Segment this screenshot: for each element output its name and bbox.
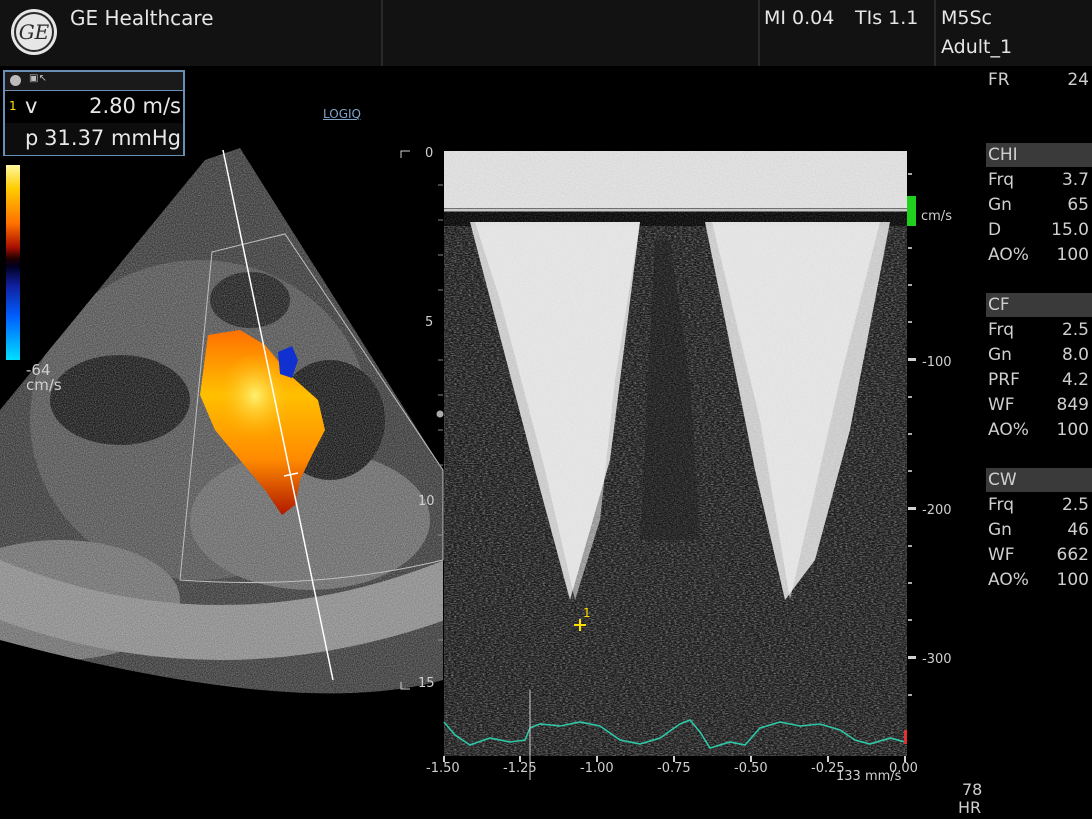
ecg-end-marker: [904, 730, 907, 744]
param-key: Gn: [988, 195, 1012, 215]
velocity-unit-label: cm/s: [921, 209, 952, 224]
time-tick-label: -1.25: [503, 761, 537, 776]
param-value: 24: [1067, 70, 1089, 90]
velocity-tick-label: -300: [922, 652, 952, 667]
depth-label: 15: [418, 676, 435, 691]
param-value: 65: [1067, 195, 1089, 215]
time-tick-label: -0.75: [657, 761, 691, 776]
param-row-fr: FR 24: [988, 70, 1089, 94]
section-header-cw: CW: [986, 468, 1092, 492]
velocity-tick-label: -200: [922, 503, 952, 518]
param-row: D 15.0: [988, 220, 1089, 244]
image-canvas: 1: [0, 148, 916, 780]
depth-label: 10: [418, 494, 435, 509]
measurement-label: v: [25, 94, 38, 118]
sweep-speed: 133 mm/s: [836, 769, 902, 784]
velocity-tick-label: -100: [922, 355, 952, 370]
time-tick-label: -1.00: [580, 761, 614, 776]
depth-label: 0: [425, 146, 434, 161]
color-bar-negative-label: -64 cm/s: [26, 363, 62, 393]
parameter-panel: FR 24 CHI Frq 3.7 Gn 65 D 15.0 AO% 100 CF Fr…: [980, 66, 1092, 726]
section-header-chi: CHI: [986, 143, 1092, 167]
param-value: 849: [1056, 395, 1089, 415]
param-row: Gn 8.0: [988, 345, 1089, 369]
param-value: 100: [1056, 420, 1089, 440]
probe-name: M5Sc: [941, 7, 992, 29]
color-velocity-bar: [6, 165, 20, 360]
heart-rate-value: 78: [962, 780, 983, 799]
depth-label: 5: [425, 315, 434, 330]
param-row: AO% 100: [988, 245, 1089, 269]
param-key: Frq: [988, 320, 1015, 340]
brand-name: GE Healthcare: [70, 6, 214, 30]
velocity-major-ticks: [908, 358, 916, 659]
measurement-value: 2.80 m/s: [89, 94, 181, 118]
param-key: AO%: [988, 245, 1029, 265]
param-row: WF 662: [988, 545, 1089, 569]
measurement-index: 1: [9, 99, 17, 113]
time-tick-label: -0.50: [734, 761, 768, 776]
param-key: WF: [988, 395, 1015, 415]
param-row: WF 849: [988, 395, 1089, 419]
param-value: 3.7: [1061, 170, 1089, 190]
param-key: AO%: [988, 420, 1029, 440]
header-divider: [758, 0, 760, 66]
header-divider: [381, 0, 383, 66]
svg-text:GE: GE: [19, 20, 50, 44]
param-key: AO%: [988, 570, 1029, 590]
param-row: PRF 4.2: [988, 370, 1089, 394]
param-value: 4.2: [1061, 370, 1089, 390]
param-row: Frq 3.7: [988, 170, 1089, 194]
param-key: Gn: [988, 345, 1012, 365]
param-key: Frq: [988, 170, 1015, 190]
param-key: WF: [988, 545, 1015, 565]
param-key: PRF: [988, 370, 1020, 390]
section-header-cf: CF: [986, 293, 1092, 317]
param-row: Gn 65: [988, 195, 1089, 219]
thermal-index: TIs 1.1: [855, 7, 919, 29]
color-bar-unit: cm/s: [26, 376, 62, 394]
param-row: AO% 100: [988, 570, 1089, 594]
param-row: AO% 100: [988, 420, 1089, 444]
baseline-indicator[interactable]: [907, 196, 916, 226]
cw-doppler-spectrum: [444, 151, 907, 756]
param-key: D: [988, 220, 1002, 240]
param-value: 15.0: [1051, 220, 1089, 240]
param-value: 46: [1067, 520, 1089, 540]
param-value: 662: [1056, 545, 1089, 565]
param-row: Frq 2.5: [988, 320, 1089, 344]
time-tick-label: -1.50: [426, 761, 460, 776]
param-value: 100: [1056, 245, 1089, 265]
param-value: 8.0: [1061, 345, 1089, 365]
logiq-link[interactable]: LOGIQ: [323, 107, 361, 121]
preset-name: Adult_1: [941, 36, 1013, 58]
mechanical-index: MI 0.04: [764, 7, 835, 29]
cursor-tool-icon[interactable]: ▣↖: [29, 73, 47, 84]
focus-marker: [436, 410, 444, 418]
param-key: Frq: [988, 495, 1015, 515]
velocity-minor-ticks: [908, 173, 912, 696]
header-divider: [934, 0, 936, 66]
param-row: Frq 2.5: [988, 495, 1089, 519]
measurement-label: p: [25, 126, 39, 150]
measurement-row[interactable]: p 31.37 mmHg: [5, 123, 183, 155]
ge-logo-icon: GE: [11, 9, 57, 55]
param-key: Gn: [988, 520, 1012, 540]
record-dot-icon[interactable]: [10, 75, 21, 86]
param-key: FR: [988, 70, 1010, 90]
measurement-row[interactable]: 1 v 2.80 m/s: [5, 91, 183, 123]
param-value: 2.5: [1061, 495, 1089, 515]
heart-rate-label: HR: [958, 798, 982, 817]
depth-bracket-top: [400, 150, 410, 158]
cursor-index: 1: [583, 606, 591, 620]
measurement-value: 31.37 mmHg: [44, 126, 181, 150]
param-row: Gn 46: [988, 520, 1089, 544]
measurement-toolbar: ▣↖: [5, 72, 183, 91]
param-value: 2.5: [1061, 320, 1089, 340]
param-value: 100: [1056, 570, 1089, 590]
measurement-panel[interactable]: ▣↖ 1 v 2.80 m/s p 31.37 mmHg: [3, 70, 185, 156]
